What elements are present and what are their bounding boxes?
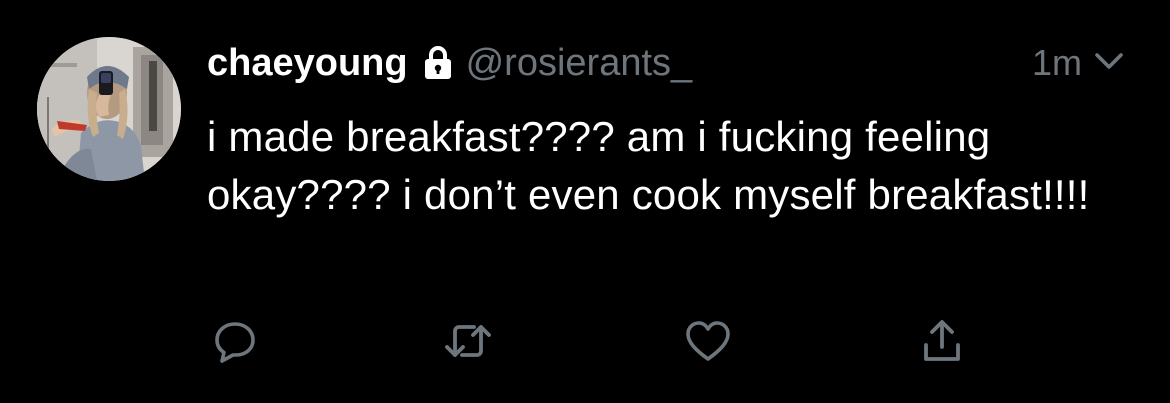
tweet-text: i made breakfast???? am i fucking feelin…	[207, 113, 1090, 218]
retweet-button[interactable]	[443, 316, 493, 366]
action-bar	[0, 316, 1170, 366]
share-button[interactable]	[917, 316, 967, 366]
tweet-card[interactable]: chaeyoung @rosierants_ 1m i made breakfa…	[0, 0, 1170, 403]
tweet-meta: 1m	[1032, 38, 1124, 88]
like-button[interactable]	[683, 316, 733, 366]
retweet-icon	[443, 317, 493, 365]
display-name[interactable]: chaeyoung	[207, 42, 408, 85]
heart-icon	[683, 317, 733, 365]
reply-button[interactable]	[210, 316, 260, 366]
timestamp[interactable]: 1m	[1032, 42, 1082, 84]
reply-icon	[211, 317, 259, 365]
lock-icon	[424, 46, 452, 80]
chevron-down-icon[interactable]	[1082, 51, 1124, 76]
user-handle[interactable]: @rosierants_	[466, 42, 693, 85]
avatar[interactable]	[37, 37, 181, 181]
share-icon	[918, 317, 966, 365]
tweet-header: chaeyoung @rosierants_	[207, 38, 692, 88]
